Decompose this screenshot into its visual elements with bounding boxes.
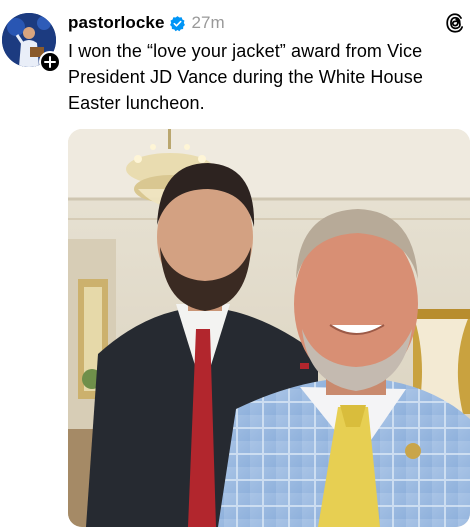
post-photo[interactable]	[68, 129, 470, 527]
photo-image	[68, 129, 470, 527]
post-caption: I won the “love your jacket” award from …	[68, 41, 423, 113]
follow-plus-button[interactable]	[39, 51, 61, 73]
username[interactable]: pastorlocke	[68, 13, 165, 33]
post-timestamp: 27m	[191, 13, 225, 32]
verified-badge-icon	[169, 15, 185, 31]
plus-icon	[44, 56, 56, 68]
post-header: pastorlocke 27m	[68, 10, 225, 36]
threads-logo-icon[interactable]	[444, 12, 466, 34]
avatar-container[interactable]	[2, 13, 61, 73]
